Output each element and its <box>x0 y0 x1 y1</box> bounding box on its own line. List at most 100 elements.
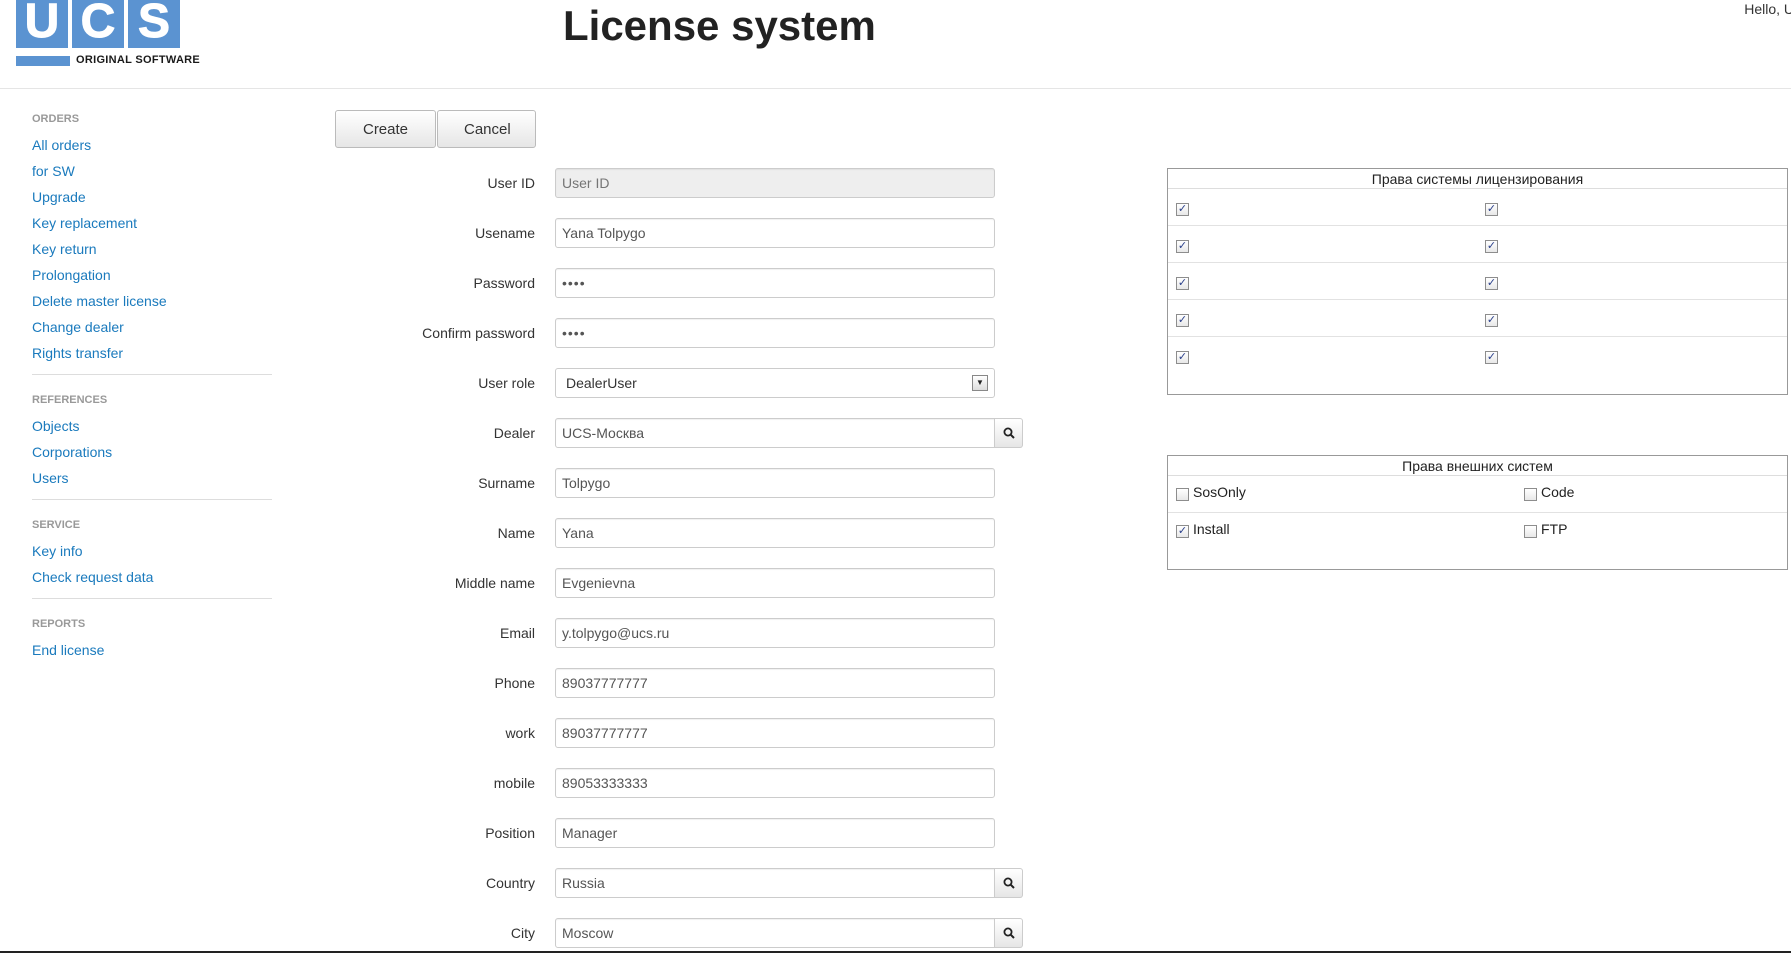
license-rights-row: ✓ ✓ <box>1168 189 1787 226</box>
password-label: Password <box>473 275 535 291</box>
sidebar-item-change-dealer[interactable]: Change dealer <box>32 314 272 340</box>
sosonly-label: SosOnly <box>1193 484 1246 500</box>
license-rights-row: ✓ ✓ <box>1168 300 1787 337</box>
sidebar-item-rights-transfer[interactable]: Rights transfer <box>32 340 272 366</box>
dealer-label: Dealer <box>493 425 535 441</box>
confirm-password-field[interactable] <box>555 318 995 348</box>
ftp-checkbox[interactable] <box>1524 525 1537 538</box>
user-role-select[interactable]: DealerUser ▼ <box>555 368 995 398</box>
position-label: Position <box>485 825 535 841</box>
dealer-field[interactable] <box>555 418 995 448</box>
sidebar-item-for-sw[interactable]: for SW <box>32 158 272 184</box>
username-field[interactable] <box>555 218 995 248</box>
search-icon <box>1003 427 1015 439</box>
nav-header-orders: ORDERS <box>32 113 80 125</box>
search-icon <box>1003 927 1015 939</box>
country-input-group <box>555 868 1023 898</box>
sidebar-item-end-license[interactable]: End license <box>32 637 272 663</box>
form-toolbar: Create Cancel <box>335 110 536 148</box>
country-search-button[interactable] <box>995 868 1023 898</box>
email-label: Email <box>499 625 535 641</box>
user-role-value: DealerUser <box>566 375 637 391</box>
nav-group-service: SERVICE Key info Check request data <box>32 514 272 599</box>
create-button[interactable]: Create <box>335 110 436 148</box>
phone-label: Phone <box>494 675 535 691</box>
logo-letter-c: C <box>72 0 124 48</box>
license-rights-title: Права системы лицензирования <box>1168 169 1787 189</box>
work-phone-field[interactable] <box>555 718 995 748</box>
username-label: Usename <box>475 225 535 241</box>
sidebar-item-all-orders[interactable]: All orders <box>32 132 272 158</box>
license-rights-row: ✓ ✓ <box>1168 337 1787 374</box>
user-id-field <box>555 168 995 198</box>
nav-header-reports: REPORTS <box>32 618 86 630</box>
install-label: Install <box>1193 521 1230 537</box>
surname-label: Surname <box>478 475 535 491</box>
license-rights-rows: ✓ ✓ ✓ ✓ ✓ ✓ ✓ ✓ ✓ ✓ <box>1168 189 1787 374</box>
sidebar-item-corporations[interactable]: Corporations <box>32 439 272 465</box>
license-rights-panel: Права системы лицензирования ✓ ✓ ✓ ✓ ✓ ✓ ✓ ✓ ✓ ✓ <box>1167 168 1788 395</box>
phone-field[interactable] <box>555 668 995 698</box>
sidebar-item-check-request-data[interactable]: Check request data <box>32 564 272 590</box>
code-label: Code <box>1541 484 1575 500</box>
code-checkbox[interactable] <box>1524 488 1537 501</box>
license-right-checkbox[interactable]: ✓ <box>1176 351 1189 364</box>
user-greeting[interactable]: Hello, U <box>1744 1 1791 17</box>
license-right-checkbox[interactable]: ✓ <box>1485 277 1498 290</box>
middle-name-label: Middle name <box>454 575 535 591</box>
user-id-label: User ID <box>487 175 535 191</box>
license-rights-row: ✓ ✓ <box>1168 226 1787 263</box>
city-field[interactable] <box>555 918 995 948</box>
logo-letter-s: S <box>128 0 180 48</box>
external-rights-row: SosOnly Code <box>1168 476 1787 513</box>
logo-letter-u: U <box>16 0 68 48</box>
email-field[interactable] <box>555 618 995 648</box>
license-right-checkbox[interactable]: ✓ <box>1485 314 1498 327</box>
name-label: Name <box>497 525 535 541</box>
license-right-checkbox[interactable]: ✓ <box>1485 203 1498 216</box>
external-rights-title: Права внешних систем <box>1168 456 1787 476</box>
password-field[interactable] <box>555 268 995 298</box>
sidebar-item-delete-master-license[interactable]: Delete master license <box>32 288 272 314</box>
install-checkbox[interactable]: ✓ <box>1176 525 1189 538</box>
mobile-label: mobile <box>493 775 535 791</box>
country-field[interactable] <box>555 868 995 898</box>
external-rights-row: ✓ Install FTP <box>1168 513 1787 550</box>
position-field[interactable] <box>555 818 995 848</box>
ucs-logo[interactable]: U C S ORIGINAL SOFTWARE <box>16 0 200 68</box>
city-label: City <box>510 925 535 941</box>
dealer-search-button[interactable] <box>995 418 1023 448</box>
sidebar-item-key-return[interactable]: Key return <box>32 236 272 262</box>
license-right-checkbox[interactable]: ✓ <box>1485 351 1498 364</box>
nav-group-reports: REPORTS End license <box>32 613 272 671</box>
sidebar-nav: ORDERS All orders for SW Upgrade Key rep… <box>32 108 272 685</box>
name-field[interactable] <box>555 518 995 548</box>
sidebar-item-users[interactable]: Users <box>32 465 272 491</box>
license-right-checkbox[interactable]: ✓ <box>1176 277 1189 290</box>
city-search-button[interactable] <box>995 918 1023 948</box>
license-right-checkbox[interactable]: ✓ <box>1485 240 1498 253</box>
sidebar-item-key-info[interactable]: Key info <box>32 538 272 564</box>
cancel-button[interactable]: Cancel <box>437 110 536 148</box>
surname-field[interactable] <box>555 468 995 498</box>
city-input-group <box>555 918 1023 948</box>
country-label: Country <box>485 875 535 891</box>
dealer-input-group <box>555 418 1023 448</box>
sosonly-checkbox[interactable] <box>1176 488 1189 501</box>
mobile-field[interactable] <box>555 768 995 798</box>
middle-name-field[interactable] <box>555 568 995 598</box>
license-right-checkbox[interactable]: ✓ <box>1176 203 1189 216</box>
logo-bar <box>16 56 70 66</box>
license-right-checkbox[interactable]: ✓ <box>1176 240 1189 253</box>
nav-header-service: SERVICE <box>32 519 81 531</box>
chevron-down-icon[interactable]: ▼ <box>972 375 988 391</box>
nav-header-references: REFERENCES <box>32 394 108 406</box>
sidebar-item-prolongation[interactable]: Prolongation <box>32 262 272 288</box>
license-right-checkbox[interactable]: ✓ <box>1176 314 1189 327</box>
nav-group-references: REFERENCES Objects Corporations Users <box>32 389 272 500</box>
nav-group-orders: ORDERS All orders for SW Upgrade Key rep… <box>32 108 272 375</box>
search-icon <box>1003 877 1015 889</box>
sidebar-item-objects[interactable]: Objects <box>32 413 272 439</box>
sidebar-item-upgrade[interactable]: Upgrade <box>32 184 272 210</box>
sidebar-item-key-replacement[interactable]: Key replacement <box>32 210 272 236</box>
